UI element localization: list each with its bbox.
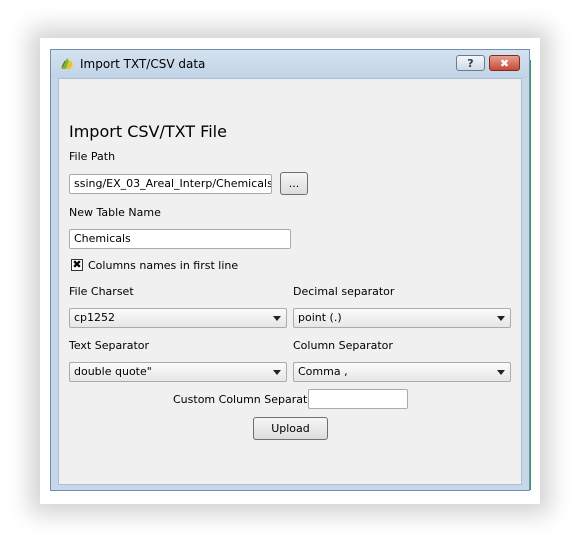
chevron-down-icon xyxy=(273,316,281,321)
text-separator-value: double quote" xyxy=(74,365,152,378)
form-heading: Import CSV/TXT File xyxy=(69,122,227,141)
browse-button[interactable]: ... xyxy=(280,172,308,195)
custom-separator-input[interactable] xyxy=(308,389,408,409)
header-checkbox-label: Columns names in first line xyxy=(88,259,239,272)
charset-label: File Charset xyxy=(69,285,134,298)
help-button[interactable]: ? xyxy=(456,55,485,71)
header-checkbox[interactable]: ✖ xyxy=(71,259,83,271)
window-title: Import TXT/CSV data xyxy=(80,57,206,71)
chevron-down-icon xyxy=(497,316,505,321)
import-dialog: Import TXT/CSV data ? ✖ Import CSV/TXT F… xyxy=(50,49,530,491)
decimal-separator-value: point (.) xyxy=(298,311,342,324)
text-separator-label: Text Separator xyxy=(69,339,150,352)
table-name-label: New Table Name xyxy=(69,206,161,219)
decimal-separator-label: Decimal separator xyxy=(293,285,395,298)
custom-separator-label: Custom Column Separator: xyxy=(173,393,323,406)
chevron-down-icon xyxy=(273,370,281,375)
charset-select-value: cp1252 xyxy=(74,311,116,324)
file-path-label: File Path xyxy=(69,150,116,163)
column-separator-label: Column Separator xyxy=(293,339,393,352)
dialog-body: Import CSV/TXT File File Path ssing/EX_0… xyxy=(58,78,522,485)
decimal-separator-select[interactable]: point (.) xyxy=(293,308,511,328)
column-separator-value: Comma , xyxy=(298,365,348,378)
upload-button[interactable]: Upload xyxy=(253,417,328,440)
qgis-app-icon xyxy=(61,58,73,69)
column-separator-select[interactable]: Comma , xyxy=(293,362,511,382)
text-separator-select[interactable]: double quote" xyxy=(69,362,287,382)
chevron-down-icon xyxy=(497,370,505,375)
charset-select[interactable]: cp1252 xyxy=(69,308,287,328)
file-path-input[interactable]: ssing/EX_03_Areal_Interp/Chemicals.csv xyxy=(69,174,272,194)
table-name-input[interactable]: Chemicals xyxy=(69,229,291,249)
title-bar[interactable]: Import TXT/CSV data ? ✖ xyxy=(51,50,529,78)
close-button[interactable]: ✖ xyxy=(489,55,520,71)
